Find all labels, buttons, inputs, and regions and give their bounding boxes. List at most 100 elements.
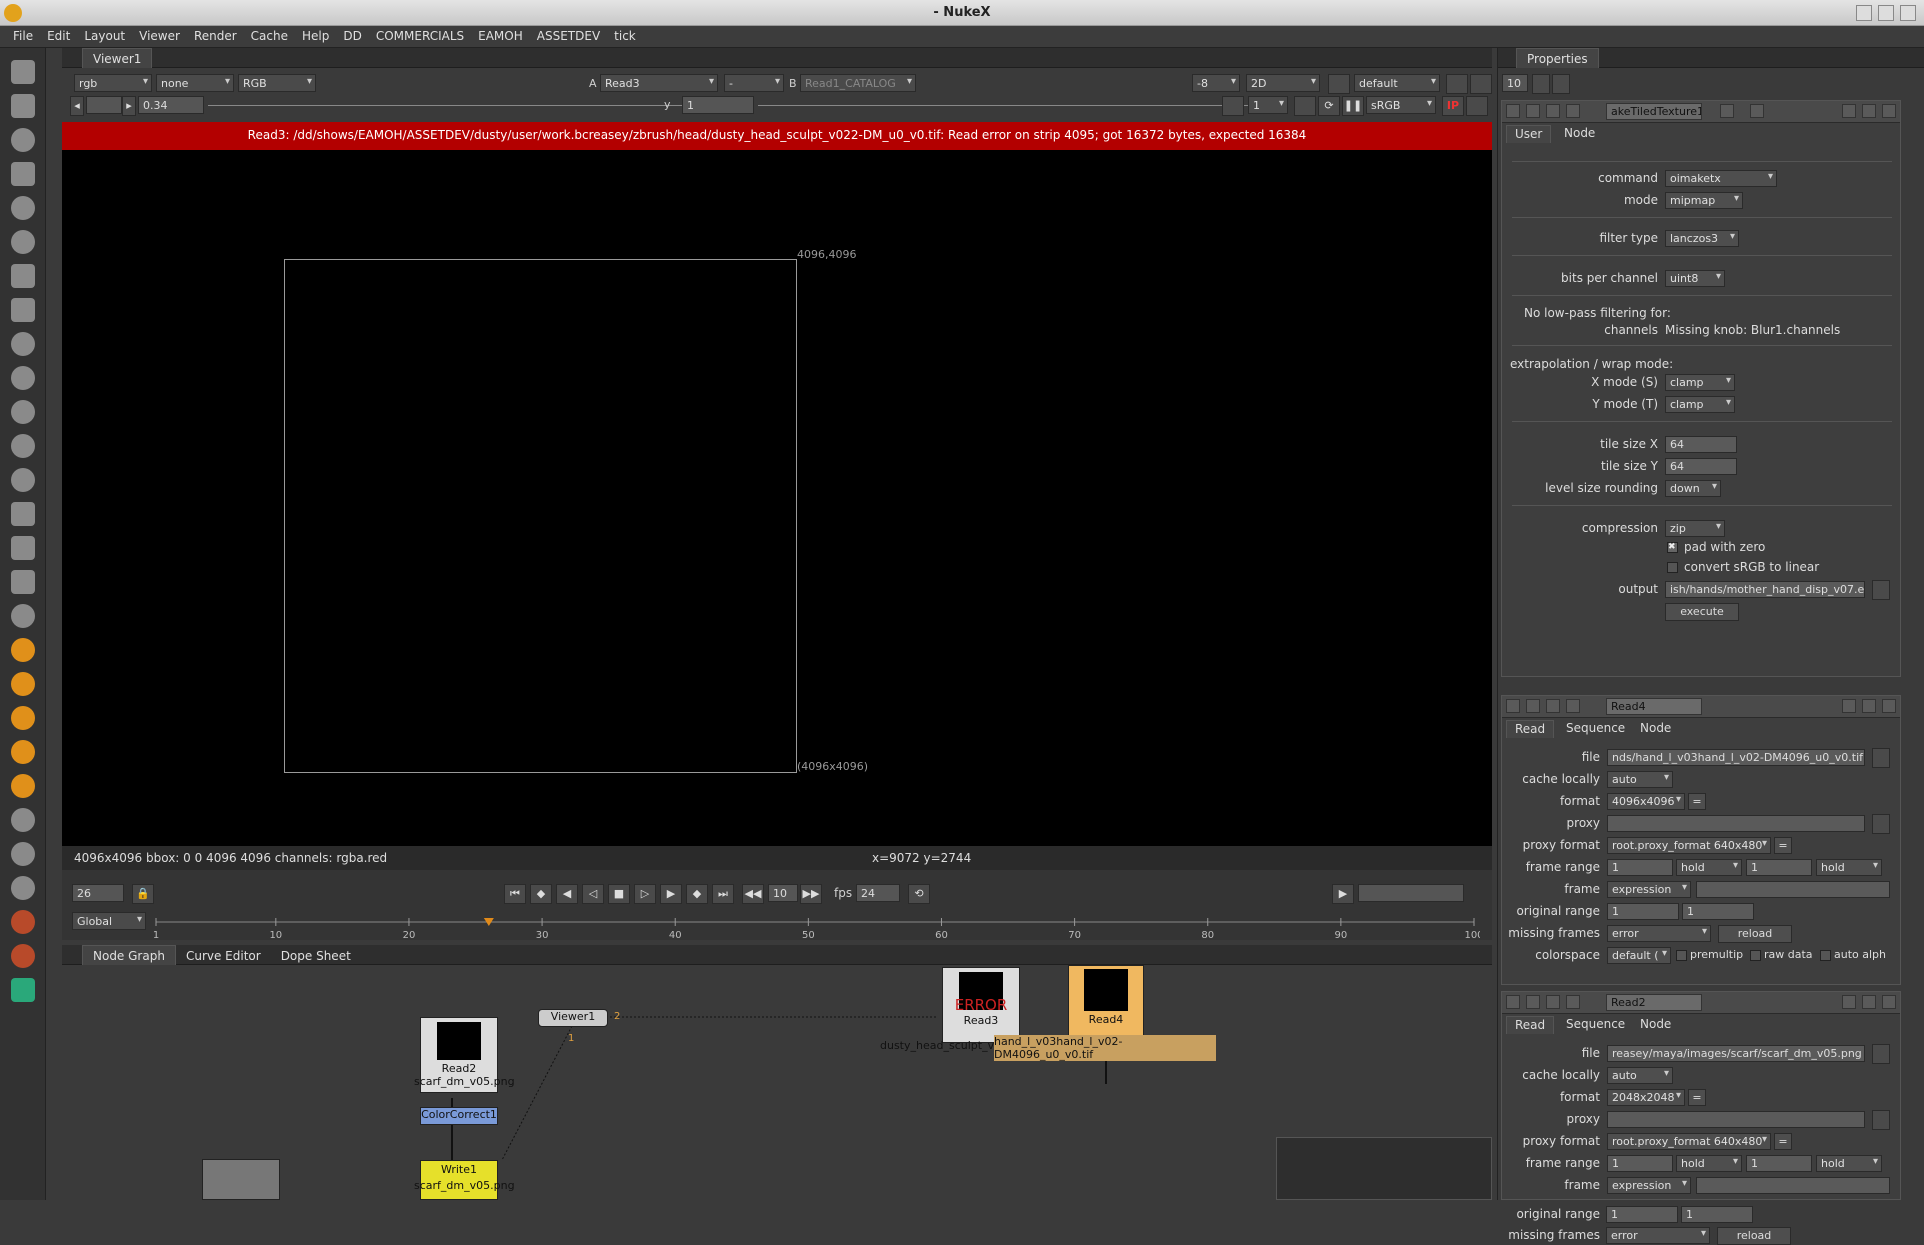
mode-dropdown[interactable]: mipmap (1665, 192, 1743, 209)
step-field[interactable]: 10 (768, 884, 798, 902)
frame-mode-dropdown[interactable]: expression (1607, 881, 1691, 898)
prev-frame-button[interactable]: ◀ (556, 884, 578, 904)
channel2-dropdown[interactable]: none (156, 74, 234, 92)
3d-nodes-icon[interactable] (11, 366, 35, 390)
view-mode-dropdown[interactable]: 2D (1246, 74, 1320, 92)
close-button[interactable] (1900, 5, 1916, 21)
proxy-field[interactable] (1607, 1111, 1865, 1128)
plugin-h-icon[interactable] (11, 910, 35, 934)
file-browse-icon[interactable] (1872, 748, 1890, 768)
after-mode-dropdown[interactable]: hold (1816, 859, 1882, 876)
cache-dropdown[interactable]: auto (1607, 771, 1673, 788)
proxy-browse-icon[interactable] (1872, 814, 1890, 834)
zoom-dropdown[interactable]: -8 (1192, 74, 1240, 92)
node-read4[interactable]: Read4 (1068, 965, 1144, 1039)
play-forward-button[interactable]: ▷ (634, 884, 656, 904)
next-keyframe-button[interactable]: ◆ (686, 884, 708, 904)
format-dropdown[interactable]: 2048x2048 (1607, 1089, 1685, 1106)
first-frame-field[interactable]: 1 (1607, 859, 1673, 876)
panel3-node-name[interactable]: Read2 (1606, 994, 1702, 1011)
edit-icon[interactable] (1720, 104, 1734, 118)
file-browse-icon[interactable] (1872, 1044, 1890, 1064)
node-read3[interactable]: ERROR Read3 (942, 967, 1020, 1043)
menu-tick[interactable]: tick (607, 26, 643, 46)
menu-cache[interactable]: Cache (244, 26, 295, 46)
b-input-dropdown[interactable]: Read1_CATALOG (800, 74, 916, 92)
reload-button[interactable]: reload (1717, 1227, 1791, 1245)
colorspace-dropdown[interactable]: sRGB (1366, 96, 1436, 114)
ymode-dropdown[interactable]: clamp (1665, 396, 1735, 413)
collapse-icon[interactable] (1506, 104, 1520, 118)
camera-icon[interactable] (1328, 74, 1350, 94)
proxy-format-dropdown[interactable]: root.proxy_format 640x480 (1607, 1133, 1771, 1150)
raw-data-checkbox[interactable] (1750, 950, 1761, 961)
stop-button[interactable]: ■ (608, 884, 630, 904)
toolsets-icon[interactable] (11, 536, 35, 560)
plugin-flame-icon[interactable] (11, 638, 35, 662)
node-color-icon[interactable] (1546, 104, 1560, 118)
metadata-nodes-icon[interactable] (11, 502, 35, 526)
last-frame-field[interactable]: 1 (1746, 1155, 1812, 1172)
deep-nodes-icon[interactable] (11, 434, 35, 458)
a-input-dropdown[interactable]: Read3 (600, 74, 718, 92)
draw-nodes-icon[interactable] (11, 94, 35, 118)
lut-dropdown[interactable]: default (1354, 74, 1440, 92)
gain-left-icon[interactable]: ◂ (70, 96, 84, 116)
wipe-icon[interactable] (1470, 74, 1492, 94)
premult-checkbox[interactable] (1676, 950, 1687, 961)
tab-node[interactable]: Node (1632, 1016, 1679, 1034)
furnace-icon[interactable] (11, 604, 35, 628)
node-color-icon[interactable] (1546, 995, 1560, 1009)
collapse-icon[interactable] (1506, 699, 1520, 713)
node-tool-icon[interactable] (1566, 995, 1580, 1009)
prev-keyframe-button[interactable]: ◆ (530, 884, 552, 904)
orig-first-field[interactable]: 1 (1607, 903, 1679, 920)
loop-button[interactable]: ⟲ (908, 884, 930, 904)
help-icon[interactable] (1842, 995, 1856, 1009)
particles-nodes-icon[interactable] (11, 400, 35, 424)
tile-x-field[interactable]: 64 (1665, 436, 1737, 453)
tab-read[interactable]: Read (1506, 1016, 1555, 1034)
plugin-a-icon[interactable] (11, 672, 35, 696)
compare-op-dropdown[interactable]: - (724, 74, 784, 92)
missing-frames-dropdown[interactable]: error (1606, 1227, 1710, 1244)
center-icon[interactable] (1526, 995, 1540, 1009)
color-nodes-icon[interactable] (11, 196, 35, 220)
command-dropdown[interactable]: oimaketx (1665, 170, 1777, 187)
plugin-d-icon[interactable] (11, 774, 35, 798)
fstop-field[interactable] (86, 96, 122, 114)
fps-field[interactable]: 24 (856, 884, 900, 902)
frame-expression-field[interactable] (1696, 881, 1890, 898)
help-icon[interactable] (1842, 699, 1856, 713)
maximize-button[interactable] (1878, 5, 1894, 21)
channel-nodes-icon[interactable] (11, 162, 35, 186)
views-nodes-icon[interactable] (11, 468, 35, 492)
auto-alpha-checkbox[interactable] (1820, 950, 1831, 961)
lock-icon[interactable]: 🔒 (132, 884, 154, 904)
float-icon[interactable] (1862, 699, 1876, 713)
proxy-icon[interactable] (1222, 96, 1244, 116)
orig-first-field[interactable]: 1 (1606, 1206, 1678, 1223)
tab-node[interactable]: Node (1632, 720, 1679, 738)
plugin-f-icon[interactable] (11, 842, 35, 866)
cache-dropdown[interactable]: auto (1607, 1067, 1673, 1084)
channels-dropdown[interactable]: rgb (74, 74, 152, 92)
transform-nodes-icon[interactable] (11, 332, 35, 356)
close-panel-icon[interactable] (1882, 699, 1896, 713)
max-panels-field[interactable]: 10 (1502, 74, 1528, 92)
last-frame-button[interactable]: ⏭ (712, 884, 734, 904)
display-channels-dropdown[interactable]: RGB (238, 74, 316, 92)
output-browse-icon[interactable] (1872, 580, 1890, 600)
close-panel-icon[interactable] (1882, 104, 1896, 118)
execute-button[interactable]: execute (1665, 603, 1739, 621)
tab-node[interactable]: Node (1556, 125, 1603, 143)
node-color-icon[interactable] (1546, 699, 1560, 713)
close-panel-icon[interactable] (1882, 995, 1896, 1009)
node-tool-icon[interactable] (1566, 104, 1580, 118)
compression-dropdown[interactable]: zip (1665, 520, 1725, 537)
first-frame-button[interactable]: ⏮ (504, 884, 526, 904)
collapse-icon[interactable] (1506, 995, 1520, 1009)
node-tool-icon[interactable] (1566, 699, 1580, 713)
format-edit-button[interactable]: = (1688, 1089, 1706, 1106)
float-icon[interactable] (1862, 995, 1876, 1009)
